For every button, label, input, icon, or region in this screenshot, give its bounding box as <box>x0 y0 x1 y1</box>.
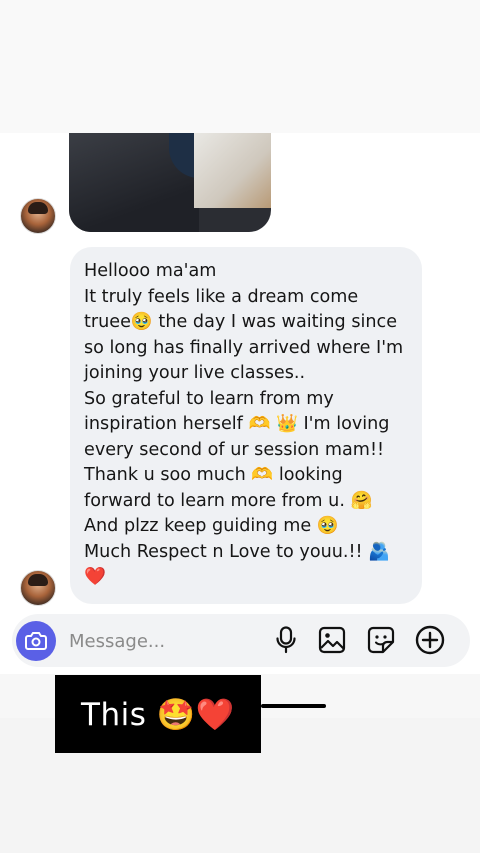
message-input[interactable] <box>69 626 259 656</box>
caption-overlay: This 🤩❤️ <box>55 675 261 753</box>
camera-button[interactable] <box>16 621 56 661</box>
message-line: truee🥹 the day I was waiting since <box>84 312 398 332</box>
gallery-icon <box>318 626 346 654</box>
sticker-button[interactable] <box>366 625 396 655</box>
message-line: inspiration herself 🫶 👑 I'm loving <box>84 414 390 434</box>
message-line: ❤️ <box>84 567 106 587</box>
message-line: every second of ur session mam!! <box>84 439 385 460</box>
gallery-button[interactable] <box>317 625 347 655</box>
add-icon <box>415 625 445 655</box>
caption-pointer-line <box>261 704 326 708</box>
message-line: Thank u soo much 🫶 looking <box>84 465 343 485</box>
message-line: And plzz keep guiding me 🥹 <box>84 516 339 536</box>
message-line: It truly feels like a dream come <box>84 286 359 307</box>
shared-photo-thumbnail[interactable] <box>69 133 271 232</box>
message-text: Hellooo ma'am It truly feels like a drea… <box>84 259 416 591</box>
microphone-icon <box>276 626 296 654</box>
message-line: So grateful to learn from my <box>84 388 334 409</box>
caption-text: This 🤩❤️ <box>81 696 235 733</box>
sticker-icon <box>367 626 395 654</box>
voice-button[interactable] <box>271 625 301 655</box>
sender-avatar-2[interactable] <box>20 570 56 606</box>
message-line: joining your live classes.. <box>84 363 306 383</box>
message-line: forward to learn more from u. 🤗 <box>84 490 373 511</box>
camera-icon <box>25 632 47 650</box>
message-line: Hellooo ma'am <box>84 261 217 281</box>
sender-avatar[interactable] <box>20 198 56 234</box>
message-line: Much Respect n Love to youu.!! 🫂 <box>84 541 391 562</box>
message-line: so long has finally arrived where I'm <box>84 337 404 358</box>
add-button[interactable] <box>415 625 445 655</box>
top-margin <box>0 0 480 133</box>
